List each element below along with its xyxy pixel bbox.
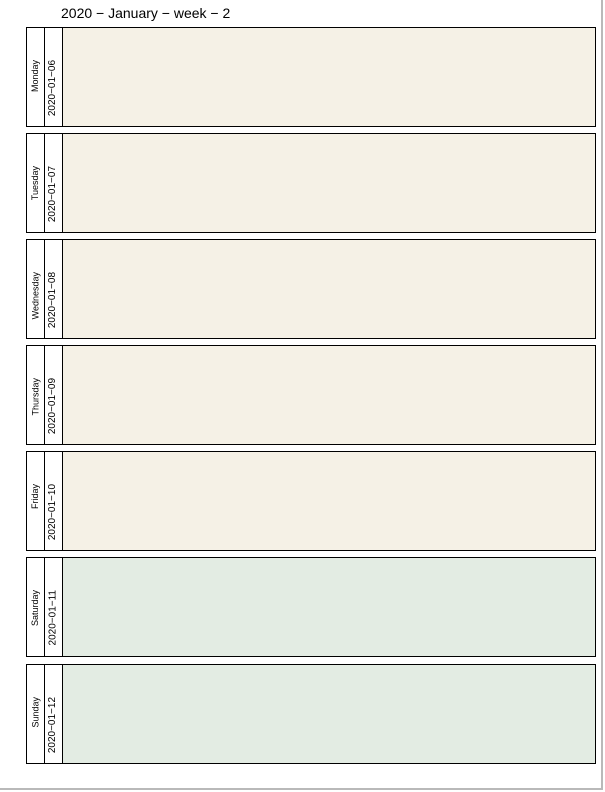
day-notes-area[interactable] (63, 134, 595, 232)
day-name-label: Sunday (30, 697, 41, 728)
day-date-cell: 2020−01−07 (45, 134, 63, 232)
day-row-friday: Friday 2020−01−10 (26, 451, 596, 551)
day-date-cell: 2020−01−12 (45, 665, 63, 763)
day-name-label: Monday (30, 60, 41, 93)
day-name-label: Friday (30, 484, 41, 510)
day-name-label: Wednesday (30, 272, 41, 320)
day-name-cell: Thursday (27, 346, 45, 444)
day-row-tuesday: Tuesday 2020−01−07 (26, 133, 596, 233)
day-row-monday: Monday 2020−01−06 (26, 27, 596, 127)
day-name-cell: Tuesday (27, 134, 45, 232)
day-notes-area[interactable] (63, 665, 595, 763)
day-date-label: 2020−01−07 (47, 166, 59, 223)
day-row-thursday: Thursday 2020−01−09 (26, 345, 596, 445)
day-date-cell: 2020−01−10 (45, 452, 63, 550)
day-name-cell: Monday (27, 28, 45, 126)
day-date-cell: 2020−01−11 (45, 558, 63, 656)
day-row-wednesday: Wednesday 2020−01−08 (26, 239, 596, 339)
day-notes-area[interactable] (63, 346, 595, 444)
day-name-cell: Wednesday (27, 240, 45, 338)
day-notes-area[interactable] (63, 558, 595, 656)
day-date-label: 2020−01−06 (47, 60, 59, 117)
day-name-label: Saturday (30, 590, 41, 627)
day-date-label: 2020−01−11 (47, 590, 59, 646)
day-name-cell: Sunday (27, 665, 45, 763)
day-row-saturday: Saturday 2020−01−11 (26, 557, 596, 657)
day-notes-area[interactable] (63, 452, 595, 550)
day-notes-area[interactable] (63, 28, 595, 126)
day-date-cell: 2020−01−09 (45, 346, 63, 444)
day-name-cell: Friday (27, 452, 45, 550)
page-title: 2020 − January − week − 2 (61, 5, 231, 21)
day-date-label: 2020−01−12 (47, 697, 59, 754)
day-date-cell: 2020−01−06 (45, 28, 63, 126)
day-notes-area[interactable] (63, 240, 595, 338)
day-name-label: Thursday (30, 378, 41, 416)
day-date-label: 2020−01−08 (47, 272, 59, 329)
day-name-cell: Saturday (27, 558, 45, 656)
day-row-sunday: Sunday 2020−01−12 (26, 664, 596, 764)
day-date-cell: 2020−01−08 (45, 240, 63, 338)
day-date-label: 2020−01−09 (47, 378, 59, 435)
day-date-label: 2020−01−10 (47, 484, 59, 541)
day-name-label: Tuesday (30, 166, 41, 201)
